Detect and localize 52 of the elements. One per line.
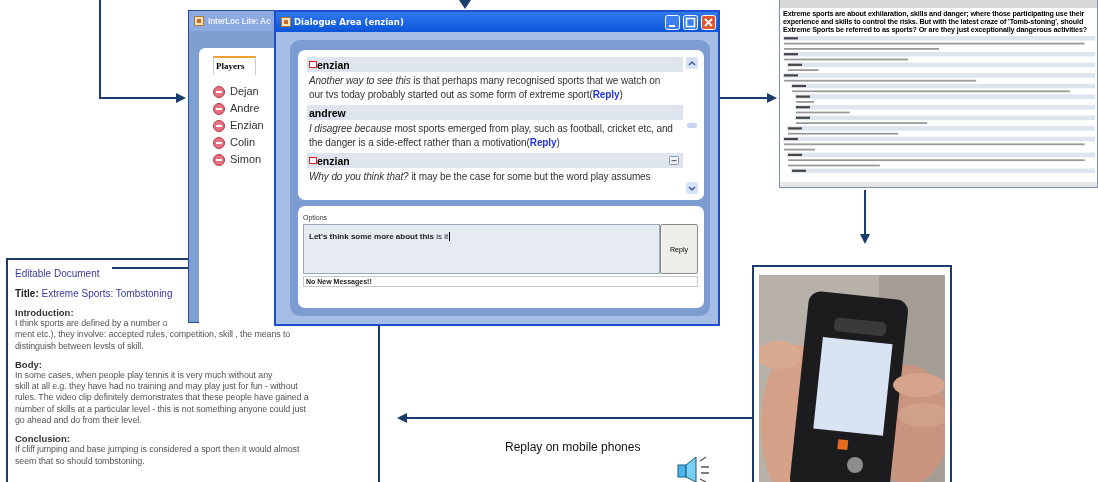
minimize-icon[interactable] — [665, 14, 680, 30]
player-status-icon — [213, 85, 225, 98]
text-line: rules. The video clip definitely demonstrates that these people have gained a — [15, 392, 310, 404]
section-heading: Conclusion: — [15, 433, 71, 445]
text-line: number of skills at a particular level - this is not something anyone could just — [15, 403, 307, 416]
close-icon[interactable] — [701, 14, 716, 30]
scroll-down-icon[interactable] — [686, 182, 698, 194]
window-title: InterLoc Lite: Ac — [208, 16, 271, 26]
reply-link[interactable]: (Reply) — [589, 89, 623, 100]
text-line: If cliff jumping and base jumping is considered a sport then it would almost — [15, 444, 301, 456]
message-text: I disagree because most sports emerged from play, such as football, cricket etc, and the danger is a side-effect rather than a motivation(Reply) — [308, 122, 674, 150]
player-name[interactable]: Andre — [230, 100, 260, 117]
scrollbar[interactable] — [686, 57, 698, 194]
player-status-icon — [213, 136, 225, 149]
player-status-icon — [213, 102, 225, 115]
app-icon — [281, 17, 291, 27]
text-line: distinguish between levsls of skill. — [15, 340, 145, 352]
document-heading: Editable Document — [15, 267, 100, 281]
section-heading: Body: — [15, 358, 43, 370]
scroll-thumb[interactable] — [687, 123, 697, 128]
text-line: ment etc.), they involve: accepted rules, competition, skill , the means to — [15, 329, 292, 341]
flow-arrow — [860, 189, 870, 244]
document-title: Extreme Sports: Tombstoning — [41, 288, 173, 299]
maximize-icon[interactable] — [683, 14, 698, 30]
player-name[interactable]: Enzian — [230, 117, 264, 134]
message-author: enzian — [317, 154, 350, 167]
message-input[interactable]: Let's think some more about this is it — [303, 224, 660, 274]
player-status-icon — [213, 153, 225, 166]
player-name[interactable]: Simon — [230, 151, 262, 168]
flow-arrow — [719, 93, 777, 103]
window-title: Dialogue Area (enzian) — [294, 17, 404, 27]
flow-arrow — [459, 0, 471, 9]
message-text: Another way to see this is that perhaps many recognised sports that we watch on our tvs today probably started out as some form of extreme sport(Reply) — [307, 74, 662, 102]
player-status-icon — [213, 119, 225, 132]
title-label: Title: — [15, 288, 39, 299]
text-line: In some cases, when people play tennis it is very much without any — [15, 369, 274, 382]
player-name[interactable]: Dejan — [230, 83, 259, 100]
player-name[interactable]: Colin — [230, 134, 256, 151]
reply-link[interactable]: (Reply) — [526, 137, 560, 148]
collapse-icon[interactable] — [669, 156, 679, 165]
text-line: I think sports are defined by a number o — [15, 318, 169, 330]
text-line: skill at all e.g. they have had no training and may play just for fun - without — [15, 381, 299, 393]
players-tab[interactable]: Players — [213, 56, 256, 75]
message-author: enzian — [317, 58, 350, 71]
message-author: andrew — [309, 106, 346, 119]
text-line: go ahead and do from their level. — [15, 415, 143, 427]
scroll-up-icon[interactable] — [686, 57, 698, 69]
section-heading: Introduction: — [15, 307, 75, 318]
text-line: seem that so should tombstoning. — [15, 455, 146, 467]
caption: Replay on mobile phones — [505, 440, 641, 454]
app-icon — [194, 16, 204, 26]
message-text: Why do you think that? it may be the case for some but the word play assumes — [308, 170, 652, 184]
